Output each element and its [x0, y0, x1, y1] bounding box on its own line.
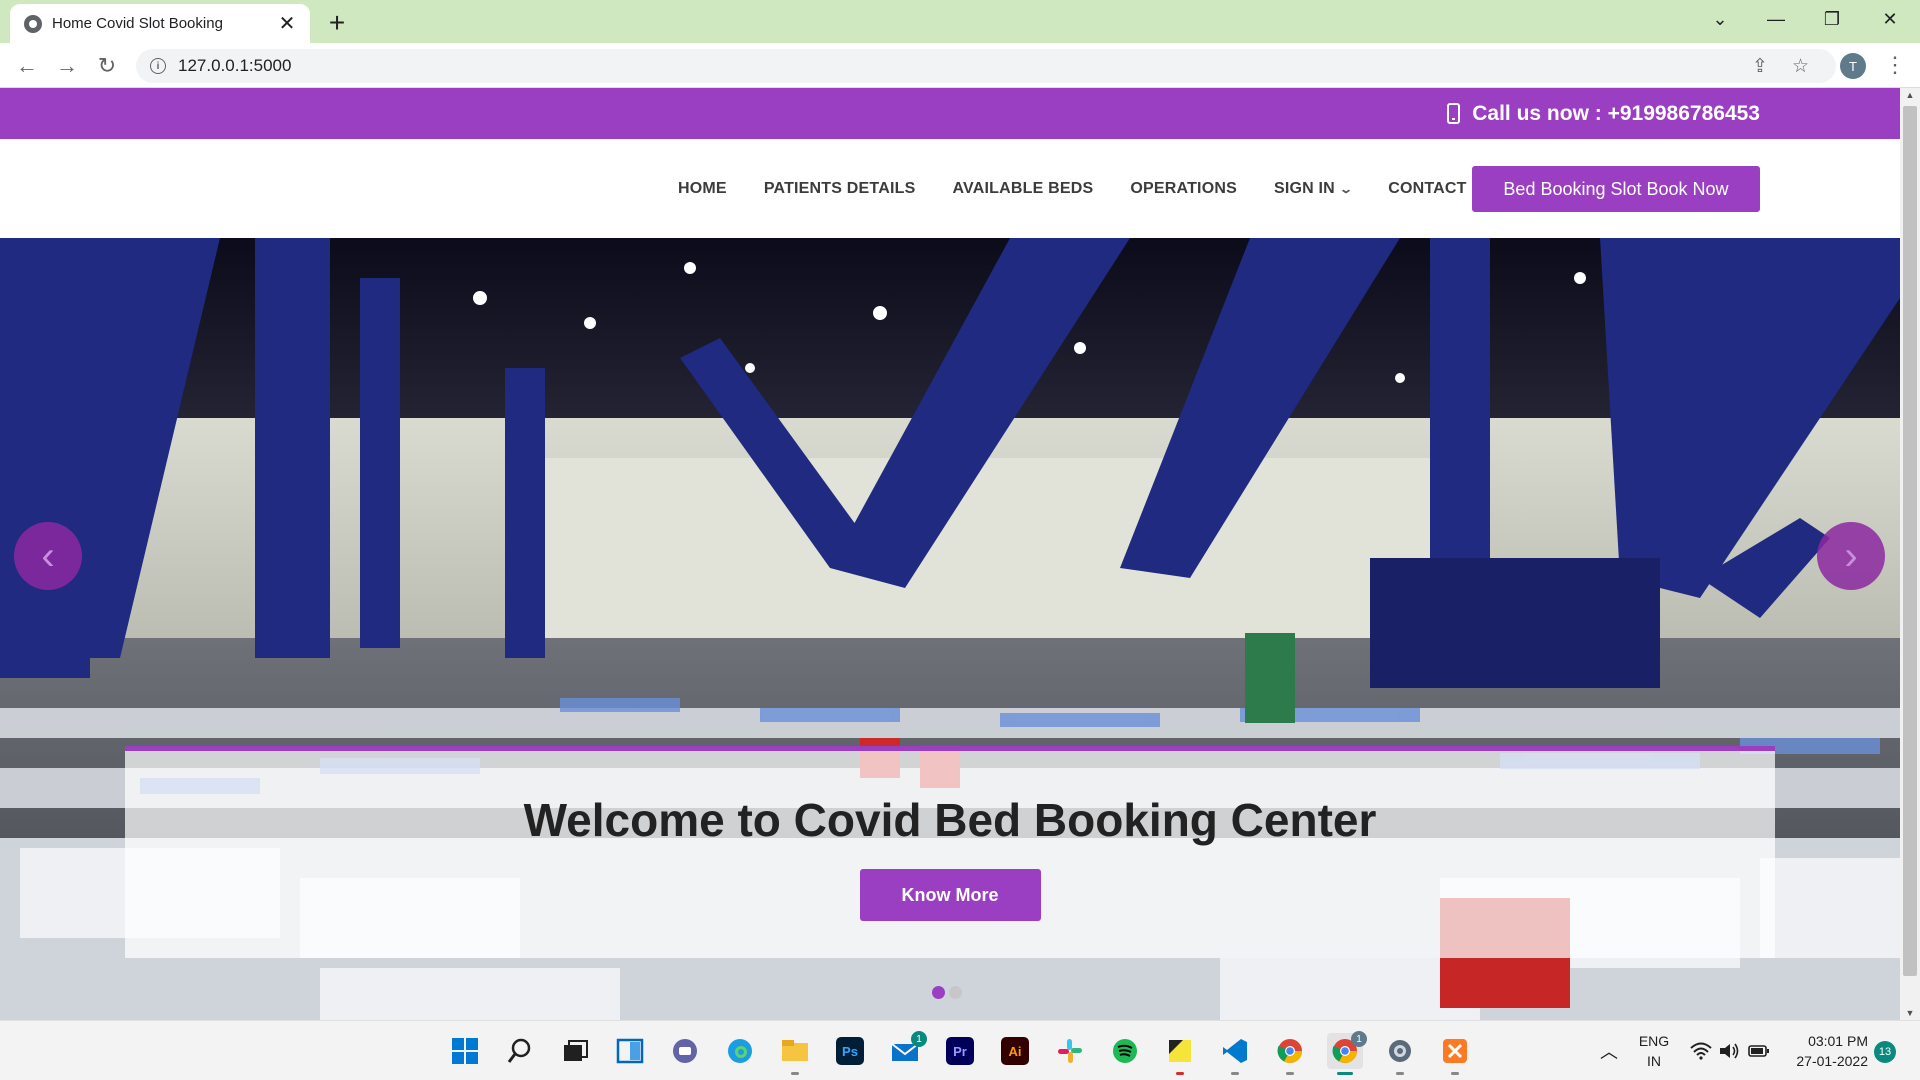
edge-icon[interactable] [722, 1033, 758, 1069]
know-more-button[interactable]: Know More [859, 869, 1041, 921]
nav-operations[interactable]: OPERATIONS [1130, 180, 1237, 198]
reload-button[interactable]: ↻ [94, 53, 120, 79]
battery-icon[interactable] [1748, 1021, 1770, 1080]
page-scrollbar[interactable]: ▲ ▼ [1900, 88, 1920, 1020]
illustrator-label: Ai [1001, 1037, 1029, 1065]
url-text: 127.0.0.1:5000 [178, 56, 292, 75]
site-info-icon[interactable]: i [150, 58, 166, 74]
widgets-icon[interactable] [612, 1033, 648, 1069]
chevron-up-icon[interactable]: ︿ [1600, 1038, 1618, 1064]
vscode-icon[interactable] [1217, 1033, 1253, 1075]
running-indicator [1396, 1072, 1404, 1075]
bookmark-star-icon[interactable]: ☆ [1792, 55, 1809, 78]
search-icon[interactable] [502, 1033, 538, 1069]
call-us-text[interactable]: Call us now : +919986786453 [1447, 88, 1760, 139]
chrome-badge: 1 [1351, 1031, 1367, 1047]
nav-sign-in-dropdown[interactable]: SIGN IN ⌄ [1273, 179, 1354, 198]
close-window-button[interactable]: ✕ [1862, 0, 1918, 38]
mail-badge: 1 [911, 1031, 927, 1047]
browser-menu-icon[interactable]: ⋮ [1884, 52, 1906, 78]
restore-button[interactable]: ❐ [1804, 0, 1860, 38]
slack-icon[interactable] [1052, 1033, 1088, 1069]
tab-title: Home Covid Slot Booking [52, 15, 223, 32]
contact-topbar: Call us now : +919986786453 [0, 88, 1900, 139]
clock-time: 03:01 PM [1808, 1033, 1868, 1049]
tab-search-chevron-icon[interactable]: ⌄ [1692, 0, 1748, 38]
running-indicator [1176, 1072, 1184, 1075]
call-us-label: Call us now : +919986786453 [1472, 101, 1760, 125]
running-indicator [1286, 1072, 1294, 1075]
mobile-phone-icon [1447, 103, 1461, 124]
clock-date: 27-01-2022 [1796, 1053, 1868, 1069]
running-indicator [1451, 1072, 1459, 1075]
nav-contact[interactable]: CONTACT [1388, 180, 1466, 198]
premiere-icon[interactable]: Pr [942, 1033, 978, 1069]
volume-icon[interactable] [1718, 1021, 1740, 1080]
wifi-icon[interactable] [1690, 1021, 1712, 1080]
language-region: IN [1647, 1053, 1661, 1069]
task-view-icon[interactable] [557, 1033, 593, 1069]
profile-avatar[interactable]: T [1840, 53, 1866, 79]
nav-available-beds[interactable]: AVAILABLE BEDS [952, 180, 1093, 198]
language-code: ENG [1638, 1033, 1670, 1049]
close-tab-icon[interactable]: ✕ [276, 11, 298, 36]
running-indicator [791, 1072, 799, 1075]
sticky-notes-icon[interactable] [1162, 1033, 1198, 1075]
windows-start-icon[interactable] [447, 1033, 483, 1069]
back-button[interactable]: ← [14, 53, 40, 79]
share-icon[interactable]: ⇪ [1752, 55, 1768, 78]
xampp-icon[interactable] [1437, 1033, 1473, 1075]
show-hidden-icons[interactable]: ︿ [1600, 1021, 1618, 1080]
carousel-next-arrow-icon[interactable]: › [1817, 522, 1885, 590]
nav-patients-details[interactable]: PATIENTS DETAILS [764, 180, 916, 198]
windows-taskbar: Ps 1 Pr Ai 1 ︿ ENG IN 03:01 PM 27-01-202… [0, 1020, 1920, 1080]
settings-icon[interactable] [1382, 1033, 1418, 1075]
main-navbar: HOME PATIENTS DETAILS AVAILABLE BEDS OPE… [0, 139, 1900, 238]
browser-tab-strip: Home Covid Slot Booking ✕ + ⌄ — ❐ ✕ [0, 0, 1920, 43]
carousel-prev-arrow-icon[interactable]: ‹ [14, 522, 82, 590]
chevron-down-icon: ⌄ [1338, 181, 1354, 196]
spotify-icon[interactable] [1107, 1033, 1143, 1069]
new-tab-button[interactable]: + [322, 7, 352, 39]
mail-icon[interactable]: 1 [887, 1031, 927, 1069]
nav-sign-in-label: SIGN IN [1273, 179, 1335, 197]
premiere-label: Pr [946, 1037, 974, 1065]
site-favicon-icon [24, 14, 42, 33]
scroll-up-icon[interactable]: ▲ [1900, 90, 1920, 100]
nav-home[interactable]: HOME [678, 180, 727, 198]
carousel-dot-1[interactable] [932, 986, 945, 999]
carousel-dot-2[interactable] [949, 986, 962, 999]
hero-heading: Welcome to Covid Bed Booking Center [523, 794, 1377, 846]
forward-button[interactable]: → [54, 53, 80, 79]
photoshop-icon[interactable]: Ps [832, 1033, 868, 1069]
teams-chat-icon[interactable] [667, 1033, 703, 1069]
language-indicator[interactable]: ENG IN [1636, 1031, 1672, 1071]
running-indicator [1231, 1072, 1239, 1075]
browser-tab[interactable]: Home Covid Slot Booking ✕ [10, 4, 310, 43]
illustrator-icon[interactable]: Ai [997, 1033, 1033, 1069]
bed-booking-button[interactable]: Bed Booking Slot Book Now [1472, 166, 1760, 212]
chrome-profile-icon[interactable]: 1 [1327, 1031, 1367, 1075]
nav-menu: HOME PATIENTS DETAILS AVAILABLE BEDS OPE… [678, 139, 1504, 238]
browser-toolbar: ← → ↻ i 127.0.0.1:5000 ⇪ ☆ T ⋮ [0, 43, 1920, 88]
page-viewport: Call us now : +919986786453 HOME PATIENT… [0, 88, 1900, 1020]
hero-carousel: ‹ › Welcome to Covid Bed Booking Center … [0, 238, 1900, 1020]
active-indicator [1337, 1072, 1353, 1075]
chrome-icon[interactable] [1272, 1033, 1308, 1075]
photoshop-label: Ps [836, 1037, 864, 1065]
address-bar[interactable]: i 127.0.0.1:5000 [136, 49, 1836, 83]
file-explorer-icon[interactable] [777, 1033, 813, 1075]
system-clock[interactable]: 03:01 PM 27-01-2022 [1778, 1031, 1868, 1071]
carousel-indicators [932, 986, 966, 999]
scrollbar-thumb[interactable] [1903, 106, 1917, 976]
notification-count-badge[interactable]: 13 [1874, 1041, 1896, 1063]
scroll-down-icon[interactable]: ▼ [1900, 1008, 1920, 1018]
hero-caption-box: Welcome to Covid Bed Booking Center Know… [125, 746, 1775, 958]
minimize-button[interactable]: — [1748, 0, 1804, 38]
